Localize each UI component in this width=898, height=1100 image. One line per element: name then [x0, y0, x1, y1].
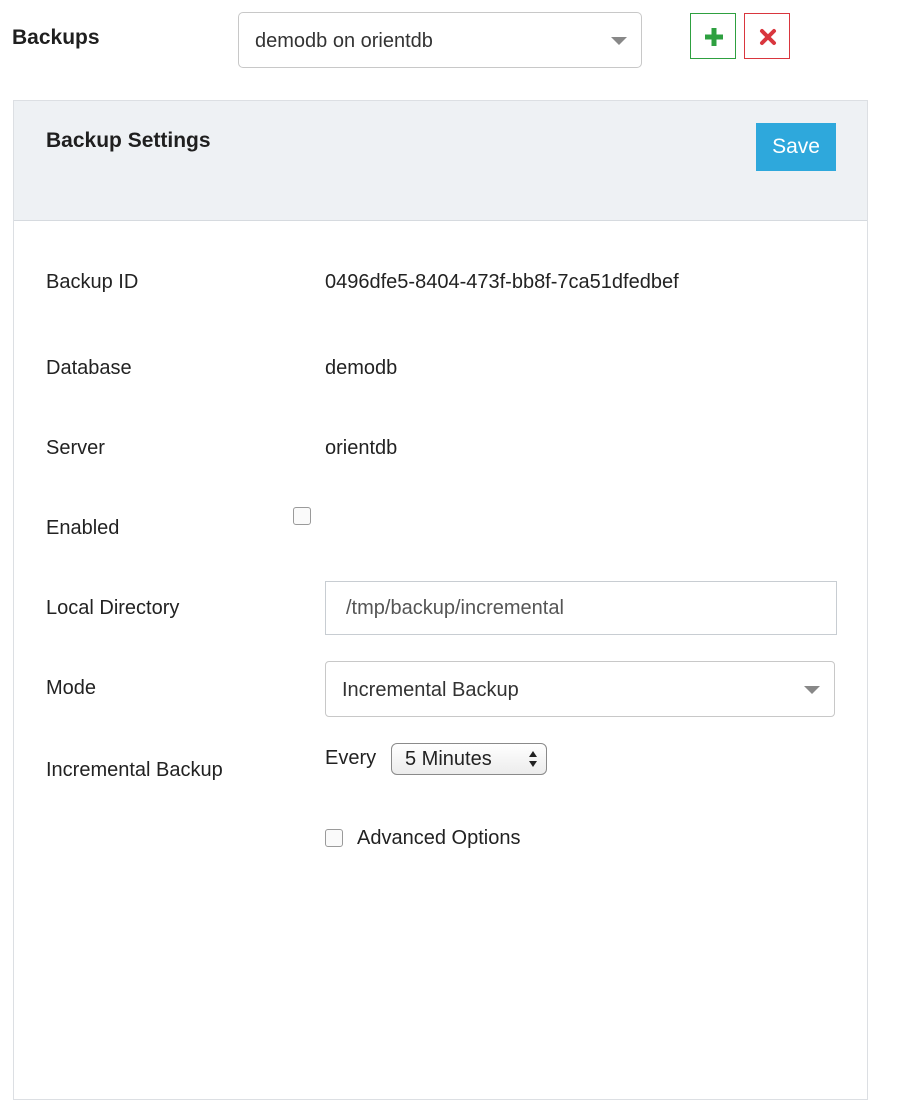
- caret-down-icon: [611, 37, 627, 45]
- backup-id-label: Backup ID: [46, 271, 139, 293]
- backup-id-value: 0496dfe5-8404-473f-bb8f-7ca51dfedbef: [325, 271, 679, 293]
- up-down-arrows-icon: [529, 751, 537, 767]
- add-backup-button[interactable]: [690, 13, 736, 59]
- backup-settings-panel: Backup Settings Save Backup ID 0496dfe5-…: [13, 100, 868, 1100]
- interval-select-value: 5 Minutes: [405, 748, 492, 770]
- backups-title: Backups: [12, 26, 100, 49]
- backups-toolbar: Backups demodb on orientdb: [0, 0, 898, 90]
- delete-backup-button[interactable]: [744, 13, 790, 59]
- save-button[interactable]: Save: [756, 123, 836, 171]
- backup-select[interactable]: demodb on orientdb: [238, 12, 642, 68]
- mode-select[interactable]: Incremental Backup: [325, 661, 835, 717]
- enabled-label: Enabled: [46, 517, 120, 539]
- local-directory-label: Local Directory: [46, 597, 180, 619]
- database-value: demodb: [325, 357, 398, 379]
- enabled-checkbox[interactable]: [293, 507, 311, 525]
- close-icon: [760, 29, 776, 45]
- backup-select-value: demodb on orientdb: [255, 30, 433, 52]
- advanced-options-checkbox[interactable]: [325, 829, 343, 847]
- panel-title: Backup Settings: [46, 129, 211, 152]
- every-label: Every: [325, 747, 377, 769]
- incremental-backup-label: Incremental Backup: [46, 759, 223, 781]
- mode-label: Mode: [46, 677, 97, 699]
- local-directory-input[interactable]: [325, 581, 837, 635]
- server-label: Server: [46, 437, 105, 459]
- server-value: orientdb: [325, 437, 398, 459]
- plus-icon: [705, 28, 723, 46]
- mode-select-value: Incremental Backup: [342, 679, 519, 701]
- panel-header: Backup Settings Save: [14, 101, 867, 221]
- advanced-options-label: Advanced Options: [357, 827, 521, 849]
- interval-select[interactable]: 5 Minutes: [391, 743, 547, 775]
- caret-down-icon: [804, 686, 820, 694]
- database-label: Database: [46, 357, 132, 379]
